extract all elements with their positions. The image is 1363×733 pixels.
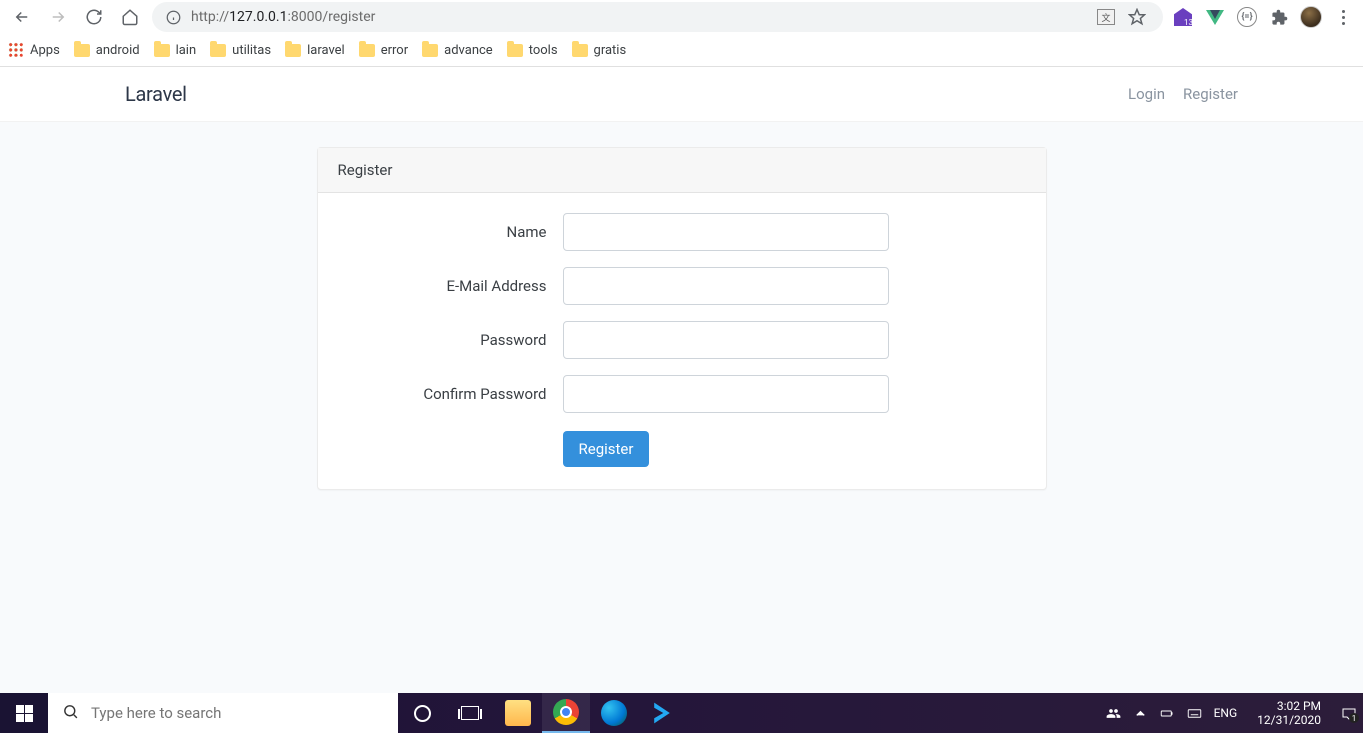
email-input[interactable] — [563, 267, 889, 305]
register-card: Register Name E-Mail Address Password Co… — [317, 147, 1047, 490]
clock[interactable]: 3:02 PM 12/31/2020 — [1249, 699, 1329, 728]
edge-button[interactable] — [590, 693, 638, 733]
folder-icon — [210, 44, 226, 57]
bookmark-tools[interactable]: tools — [507, 43, 558, 58]
bookmark-star-icon[interactable] — [1125, 5, 1149, 29]
bookmark-lain[interactable]: lain — [154, 43, 197, 58]
folder-icon — [285, 44, 301, 57]
app-navbar: Laravel Login Register — [0, 67, 1363, 122]
search-icon — [62, 703, 79, 723]
windows-taskbar: ENG 3:02 PM 12/31/2020 1 — [0, 693, 1363, 733]
form-actions: Register — [338, 431, 1026, 467]
system-tray: ENG 3:02 PM 12/31/2020 1 — [1106, 693, 1363, 733]
form-row-email: E-Mail Address — [338, 267, 1026, 305]
address-bar[interactable]: http://127.0.0.1:8000/register 文 — [152, 2, 1163, 32]
clock-date: 12/31/2020 — [1257, 713, 1321, 727]
back-button[interactable] — [8, 3, 36, 31]
folder-icon — [507, 44, 523, 57]
bookmark-advance[interactable]: advance — [422, 43, 493, 58]
login-link[interactable]: Login — [1128, 85, 1165, 103]
forward-button[interactable] — [44, 3, 72, 31]
form-row-confirm: Confirm Password — [338, 375, 1026, 413]
language-indicator[interactable]: ENG — [1214, 693, 1238, 733]
url-text: http://127.0.0.1:8000/register — [191, 9, 1087, 25]
browser-menu-icon[interactable] — [1331, 5, 1355, 29]
register-button[interactable]: Register — [563, 431, 650, 467]
bookmarks-bar: Apps android lain utilitas laravel error… — [0, 34, 1363, 67]
file-explorer-button[interactable] — [494, 693, 542, 733]
apps-label: Apps — [30, 43, 60, 58]
extensions-menu-icon[interactable] — [1267, 5, 1291, 29]
apps-shortcut[interactable]: Apps — [8, 42, 60, 58]
name-input[interactable] — [563, 213, 889, 251]
folder-icon — [359, 44, 375, 57]
folder-icon — [422, 44, 438, 57]
windows-logo-icon — [16, 705, 33, 722]
brand-logo[interactable]: Laravel — [125, 82, 187, 106]
page-body: Register Name E-Mail Address Password Co… — [0, 122, 1363, 693]
taskbar-search-input[interactable] — [91, 693, 384, 733]
bookmark-gratis[interactable]: gratis — [572, 43, 627, 58]
nav-links: Login Register — [1128, 85, 1238, 103]
site-info-icon[interactable] — [166, 10, 181, 25]
card-header: Register — [318, 148, 1046, 193]
taskbar-search[interactable] — [48, 693, 398, 733]
bookmark-android[interactable]: android — [74, 43, 140, 58]
task-icons — [398, 693, 686, 733]
tray-overflow-icon[interactable] — [1133, 693, 1148, 733]
braces-extension-icon[interactable]: {=} — [1235, 5, 1259, 29]
password-input[interactable] — [563, 321, 889, 359]
bookmark-laravel[interactable]: laravel — [285, 43, 345, 58]
confirm-password-input[interactable] — [563, 375, 889, 413]
notifications-icon[interactable]: 1 — [1341, 693, 1357, 733]
form-row-password: Password — [338, 321, 1026, 359]
register-link[interactable]: Register — [1183, 85, 1238, 103]
card-body: Name E-Mail Address Password Confirm Pas… — [318, 193, 1046, 489]
start-button[interactable] — [0, 693, 48, 733]
keyboard-icon[interactable] — [1187, 693, 1202, 733]
folder-icon — [74, 44, 90, 57]
extension-purple-icon[interactable] — [1171, 5, 1195, 29]
vue-devtools-icon[interactable] — [1203, 5, 1227, 29]
reload-button[interactable] — [80, 3, 108, 31]
cortana-button[interactable] — [398, 693, 446, 733]
confirm-password-label: Confirm Password — [338, 385, 563, 403]
email-label: E-Mail Address — [338, 277, 563, 295]
vscode-button[interactable] — [638, 693, 686, 733]
folder-icon — [572, 44, 588, 57]
clock-time: 3:02 PM — [1257, 699, 1321, 713]
password-label: Password — [338, 331, 563, 349]
form-row-name: Name — [338, 213, 1026, 251]
battery-icon[interactable] — [1160, 693, 1175, 733]
task-view-button[interactable] — [446, 693, 494, 733]
translate-icon[interactable]: 文 — [1097, 9, 1115, 25]
chrome-button[interactable] — [542, 693, 590, 733]
bookmark-error[interactable]: error — [359, 43, 408, 58]
name-label: Name — [338, 223, 563, 241]
folder-icon — [154, 44, 170, 57]
home-button[interactable] — [116, 3, 144, 31]
profile-avatar-icon[interactable] — [1299, 5, 1323, 29]
browser-toolbar: http://127.0.0.1:8000/register 文 {=} — [0, 0, 1363, 34]
apps-grid-icon — [8, 42, 24, 58]
bookmark-utilitas[interactable]: utilitas — [210, 43, 271, 58]
people-icon[interactable] — [1106, 693, 1121, 733]
